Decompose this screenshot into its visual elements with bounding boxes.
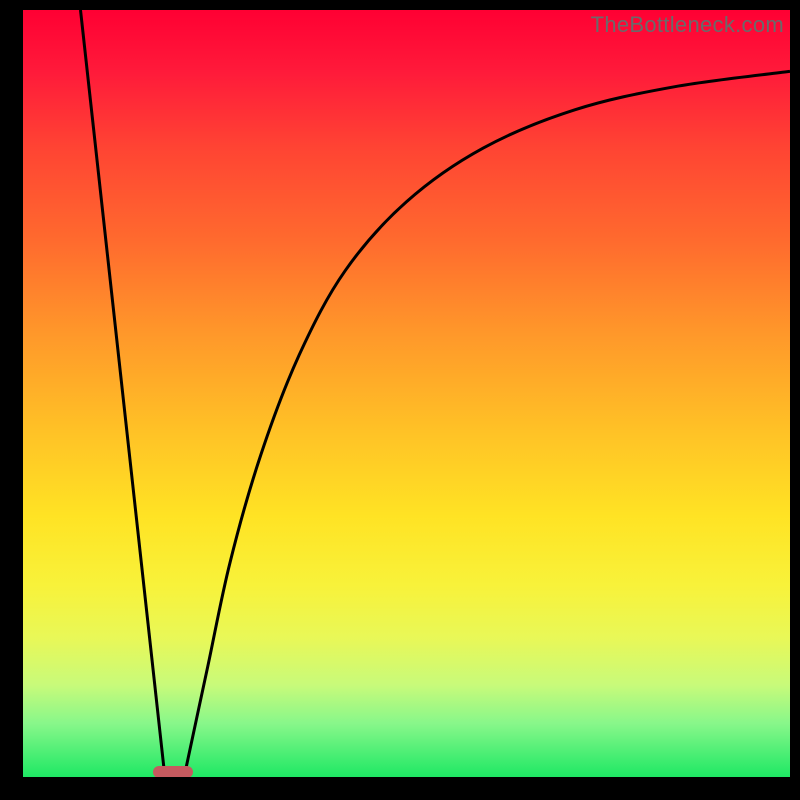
curves-svg xyxy=(23,10,790,777)
bottleneck-marker xyxy=(153,766,193,777)
plot-area: TheBottleneck.com xyxy=(23,10,790,777)
chart-container: TheBottleneck.com xyxy=(0,0,800,800)
series-right-curve xyxy=(184,71,790,777)
series-left-line xyxy=(81,10,165,777)
